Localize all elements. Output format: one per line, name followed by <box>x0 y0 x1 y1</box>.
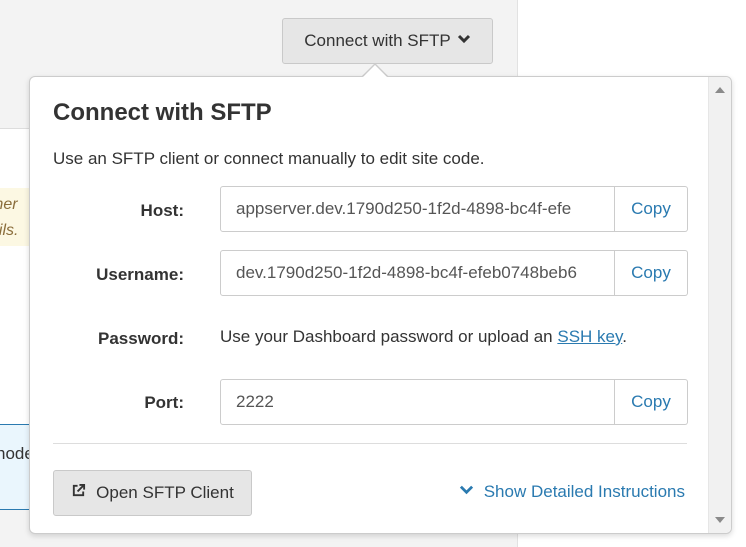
background-info-label: node <box>0 444 30 463</box>
port-label: Port: <box>144 393 184 412</box>
background-info-text: node <box>0 444 30 464</box>
background-warning-line: ails. <box>0 222 19 239</box>
popover-description: Use an SFTP client or connect manually t… <box>53 149 485 168</box>
password-hint: Use your Dashboard password or upload an… <box>220 327 627 347</box>
copy-port-button[interactable]: Copy <box>615 379 688 425</box>
popover-scrollbar[interactable] <box>708 77 731 533</box>
open-sftp-client-label: Open SFTP Client <box>96 483 234 502</box>
host-label: Host: <box>140 201 184 220</box>
host-input[interactable] <box>220 186 615 232</box>
username-label: Username: <box>96 265 184 284</box>
password-label: Password: <box>98 329 184 348</box>
connect-sftp-button[interactable]: Connect with SFTP <box>282 18 493 64</box>
copy-username-button[interactable]: Copy <box>615 250 688 296</box>
open-sftp-client-button[interactable]: Open SFTP Client <box>53 470 252 516</box>
chevron-down-icon <box>457 31 471 51</box>
password-hint-text: Use your Dashboard password or upload an <box>220 327 558 346</box>
port-input[interactable] <box>220 379 615 425</box>
connect-sftp-label: Connect with SFTP <box>304 31 451 50</box>
sftp-popover: Connect with SFTP Use an SFTP client or … <box>29 76 732 534</box>
username-input[interactable] <box>220 250 615 296</box>
external-link-icon <box>71 483 86 503</box>
host-field-group: Copy <box>220 186 688 232</box>
scroll-up-icon[interactable] <box>715 87 725 93</box>
background-warning: mer ails. <box>0 188 30 251</box>
port-field-group: Copy <box>220 379 688 425</box>
background-warning-line: mer <box>0 196 18 213</box>
copy-host-button[interactable]: Copy <box>615 186 688 232</box>
show-detailed-instructions-label: Show Detailed Instructions <box>483 482 685 501</box>
popover-title: Connect with SFTP <box>53 99 272 126</box>
password-hint-end: . <box>622 327 627 346</box>
ssh-key-link[interactable]: SSH key <box>557 327 622 346</box>
scroll-down-icon[interactable] <box>715 517 725 523</box>
username-field-group: Copy <box>220 250 688 296</box>
chevron-down-icon <box>459 482 474 502</box>
show-detailed-instructions-link[interactable]: Show Detailed Instructions <box>459 482 685 502</box>
popover-divider <box>53 443 687 444</box>
popover-arrow-fill <box>363 65 387 77</box>
